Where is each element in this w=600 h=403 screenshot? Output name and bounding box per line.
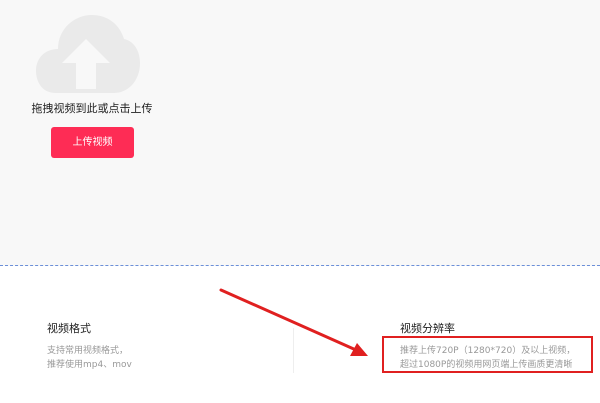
annotation-highlight-box (382, 336, 593, 373)
info-divider (293, 328, 294, 373)
video-format-line: 支持常用视频格式， (47, 346, 129, 356)
upload-video-button[interactable]: 上传视频 (51, 127, 134, 158)
upload-page: 拖拽视频到此或点击上传 上传视频 视频格式 支持常用视频格式， 推荐使用mp4、… (0, 0, 600, 403)
video-format-info: 视频格式 支持常用视频格式， 推荐使用mp4、mov (47, 320, 132, 372)
video-format-line: 推荐使用mp4、mov (47, 360, 132, 370)
upload-drop-zone[interactable]: 拖拽视频到此或点击上传 上传视频 (0, 0, 600, 266)
drop-hint-text: 拖拽视频到此或点击上传 (31, 102, 153, 115)
video-format-title: 视频格式 (47, 322, 91, 335)
video-resolution-title: 视频分辨率 (400, 322, 455, 335)
cloud-upload-icon (36, 15, 140, 93)
